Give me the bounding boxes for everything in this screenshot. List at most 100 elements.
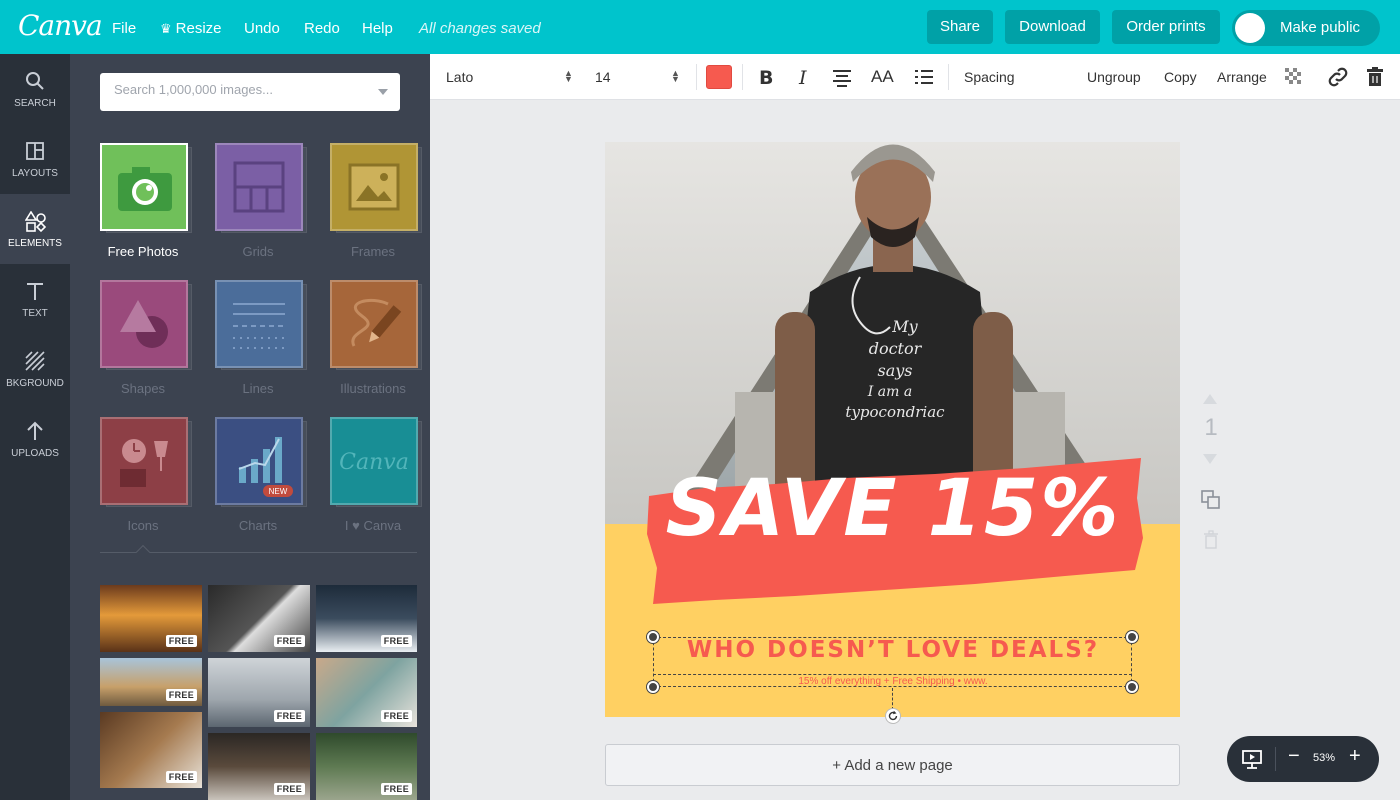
photo-thumb[interactable]: FREE bbox=[316, 585, 417, 652]
top-bar: Canva File ♛ Resize Undo Redo Help All ch… bbox=[0, 0, 1400, 54]
resize-menu[interactable]: ♛ Resize bbox=[160, 20, 222, 37]
tile-frames[interactable] bbox=[330, 143, 422, 233]
order-prints-button[interactable]: Order prints bbox=[1112, 10, 1220, 44]
tile-label: Charts bbox=[238, 518, 278, 533]
new-badge: NEW bbox=[269, 487, 288, 496]
rail-label: TEXT bbox=[22, 308, 48, 319]
text-color-swatch[interactable] bbox=[706, 65, 732, 89]
deals-headline[interactable]: WHO DOESN’T LOVE DEALS? bbox=[653, 637, 1133, 663]
photo-thumb[interactable]: FREE bbox=[316, 658, 417, 727]
design-page[interactable]: My doctor says I am a typocondriac SAVE … bbox=[605, 142, 1180, 717]
canva-logo[interactable]: Canva bbox=[18, 9, 103, 42]
list-icon[interactable] bbox=[912, 65, 936, 89]
clock-icon bbox=[120, 439, 168, 487]
photo-thumb[interactable]: FREE bbox=[100, 585, 202, 652]
zoom-in-button[interactable]: + bbox=[1349, 745, 1361, 768]
page-down-icon[interactable] bbox=[1202, 452, 1218, 466]
rotate-handle-icon[interactable] bbox=[885, 708, 901, 724]
tile-label: Free Photos bbox=[107, 244, 179, 259]
tile-label: Illustrations bbox=[340, 381, 406, 396]
search-icon bbox=[26, 72, 44, 90]
text-case-button[interactable]: AA bbox=[871, 67, 894, 87]
side-rail: SEARCH LAYOUTS ELEMENTS TEXT BKGROUND UP… bbox=[0, 54, 70, 800]
help-menu[interactable]: Help bbox=[362, 20, 393, 37]
page-up-icon[interactable] bbox=[1202, 392, 1218, 406]
free-badge: FREE bbox=[380, 783, 412, 795]
chevron-down-icon[interactable] bbox=[378, 89, 388, 95]
tile-logo-text: Canva bbox=[339, 450, 409, 475]
font-size-select[interactable]: 14 bbox=[595, 69, 611, 85]
rail-item-layouts[interactable]: LAYOUTS bbox=[0, 124, 70, 194]
photo-thumb[interactable]: FREE bbox=[100, 712, 202, 788]
elements-panel: Free Photos Grids Frames Shapes Lines Il… bbox=[70, 54, 430, 800]
search-input[interactable] bbox=[114, 82, 364, 97]
tile-label: Icons bbox=[127, 518, 159, 533]
shirt-text-line: I am a bbox=[867, 384, 912, 400]
shirt-text-line: doctor bbox=[869, 339, 923, 358]
zoom-control: − 53% + bbox=[1227, 736, 1379, 782]
photo-thumb[interactable]: FREE bbox=[208, 585, 310, 652]
resize-handle-top-right[interactable] bbox=[1126, 631, 1138, 643]
font-updown-icon[interactable]: ▲ ▼ bbox=[564, 69, 573, 84]
undo-button[interactable]: Undo bbox=[244, 20, 280, 37]
italic-icon[interactable]: I bbox=[792, 65, 816, 89]
tile-label: Lines bbox=[242, 381, 274, 396]
share-button[interactable]: Share bbox=[927, 10, 993, 44]
copy-button[interactable]: Copy bbox=[1164, 69, 1197, 85]
tile-charts[interactable]: NEW bbox=[215, 417, 307, 507]
photo-thumb[interactable]: FREE bbox=[100, 658, 202, 706]
tile-icons[interactable] bbox=[100, 417, 192, 507]
rail-item-text[interactable]: TEXT bbox=[0, 264, 70, 334]
tile-lines[interactable] bbox=[215, 280, 307, 370]
tile-label: I ♥ Canva bbox=[344, 518, 402, 533]
duplicate-page-icon[interactable] bbox=[1200, 489, 1222, 511]
free-badge: FREE bbox=[165, 689, 197, 701]
svg-text:I: I bbox=[798, 67, 807, 89]
photo-thumb[interactable]: FREE bbox=[316, 733, 417, 800]
resize-handle-top-left[interactable] bbox=[647, 631, 659, 643]
photo-thumb[interactable]: FREE bbox=[208, 733, 310, 800]
delete-page-icon[interactable] bbox=[1202, 530, 1220, 550]
rail-item-search[interactable]: SEARCH bbox=[0, 54, 70, 124]
photo-thumb[interactable]: FREE bbox=[208, 658, 310, 727]
tile-label: Frames bbox=[350, 244, 396, 259]
trash-icon[interactable] bbox=[1363, 65, 1387, 89]
deals-subline[interactable]: 15% off everything + Free Shipping • www… bbox=[653, 676, 1133, 687]
tile-illustrations[interactable] bbox=[330, 280, 422, 370]
present-icon[interactable] bbox=[1241, 748, 1263, 770]
align-center-icon[interactable] bbox=[830, 65, 854, 89]
font-family-select[interactable]: Lato bbox=[446, 69, 473, 85]
resize-handle-bottom-right[interactable] bbox=[1126, 681, 1138, 693]
file-menu[interactable]: File bbox=[112, 20, 136, 37]
tile-shapes[interactable] bbox=[100, 280, 192, 370]
add-page-button[interactable]: + Add a new page bbox=[605, 744, 1180, 786]
svg-text:B: B bbox=[759, 67, 773, 89]
tile-grids[interactable] bbox=[215, 143, 307, 233]
rail-item-uploads[interactable]: UPLOADS bbox=[0, 404, 70, 474]
arrange-button[interactable]: Arrange bbox=[1217, 69, 1267, 85]
elements-icon bbox=[25, 211, 47, 233]
download-button[interactable]: Download bbox=[1005, 10, 1100, 44]
resize-handle-bottom-left[interactable] bbox=[647, 681, 659, 693]
tile-i-love-canva[interactable]: Canva bbox=[330, 417, 422, 507]
size-updown-icon[interactable]: ▲ ▼ bbox=[671, 69, 680, 84]
ungroup-button[interactable]: Ungroup bbox=[1087, 69, 1141, 85]
link-icon[interactable] bbox=[1326, 65, 1350, 89]
page-number: 1 bbox=[1204, 414, 1218, 441]
rail-item-elements[interactable]: ELEMENTS bbox=[0, 194, 70, 264]
tile-free-photos[interactable] bbox=[100, 143, 192, 233]
chart-icon: NEW bbox=[238, 437, 293, 497]
rail-item-background[interactable]: BKGROUND bbox=[0, 334, 70, 404]
transparency-icon[interactable] bbox=[1285, 68, 1303, 86]
bold-icon[interactable]: B bbox=[754, 65, 778, 89]
make-public-toggle[interactable]: Make public bbox=[1232, 10, 1380, 46]
redo-button[interactable]: Redo bbox=[304, 20, 340, 37]
lines-icon bbox=[233, 303, 285, 349]
free-badge: FREE bbox=[165, 771, 197, 783]
spacing-button[interactable]: Spacing bbox=[964, 69, 1015, 85]
zoom-out-button[interactable]: − bbox=[1288, 745, 1300, 768]
image-search[interactable] bbox=[100, 73, 400, 111]
pencil-icon bbox=[351, 298, 402, 347]
shirt-text-line: My bbox=[891, 317, 918, 336]
save-headline[interactable]: SAVE 15% bbox=[653, 464, 1133, 554]
